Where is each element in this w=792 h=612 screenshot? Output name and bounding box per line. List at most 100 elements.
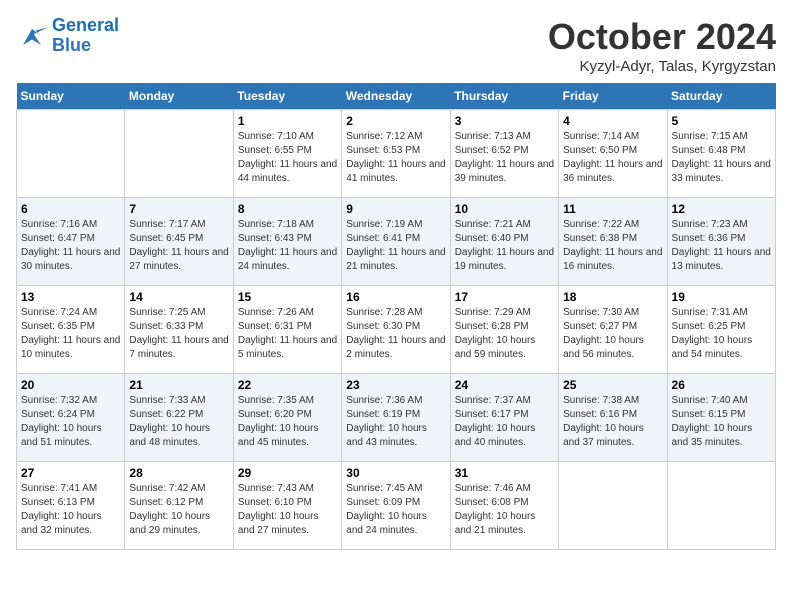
day-number: 19 bbox=[672, 290, 771, 304]
calendar-cell: 13 Sunrise: 7:24 AM Sunset: 6:35 PM Dayli… bbox=[17, 286, 125, 374]
weekday-header: Saturday bbox=[667, 83, 775, 110]
calendar-cell: 23 Sunrise: 7:36 AM Sunset: 6:19 PM Dayli… bbox=[342, 374, 450, 462]
calendar-cell: 7 Sunrise: 7:17 AM Sunset: 6:45 PM Daylig… bbox=[125, 198, 233, 286]
day-info: Sunrise: 7:38 AM Sunset: 6:16 PM Dayligh… bbox=[563, 394, 662, 450]
day-info: Sunrise: 7:10 AM Sunset: 6:55 PM Dayligh… bbox=[238, 130, 337, 186]
calendar-week-row: 27Sunrise: 7:41 AM Sunset: 6:13 PM Dayli… bbox=[17, 462, 776, 550]
day-number: 4 bbox=[563, 114, 662, 128]
calendar-cell: 3 Sunrise: 7:13 AM Sunset: 6:52 PM Daylig… bbox=[450, 110, 558, 198]
day-info: Sunrise: 7:40 AM Sunset: 6:15 PM Dayligh… bbox=[672, 394, 771, 450]
calendar-cell: 8 Sunrise: 7:18 AM Sunset: 6:43 PM Daylig… bbox=[233, 198, 341, 286]
day-number: 14 bbox=[129, 290, 228, 304]
calendar-cell: 27Sunrise: 7:41 AM Sunset: 6:13 PM Dayli… bbox=[17, 462, 125, 550]
calendar-cell: 11 Sunrise: 7:22 AM Sunset: 6:38 PM Dayli… bbox=[559, 198, 667, 286]
day-number: 28 bbox=[129, 466, 228, 480]
page-header: General Blue October 2024 Kyzyl-Adyr, Ta… bbox=[16, 16, 776, 75]
calendar-cell: 24Sunrise: 7:37 AM Sunset: 6:17 PM Dayli… bbox=[450, 374, 558, 462]
calendar-cell: 18 Sunrise: 7:30 AM Sunset: 6:27 PM Dayli… bbox=[559, 286, 667, 374]
day-info: Sunrise: 7:30 AM Sunset: 6:27 PM Dayligh… bbox=[563, 306, 662, 362]
calendar-cell: 4 Sunrise: 7:14 AM Sunset: 6:50 PM Daylig… bbox=[559, 110, 667, 198]
day-info: Sunrise: 7:18 AM Sunset: 6:43 PM Dayligh… bbox=[238, 218, 337, 274]
day-number: 18 bbox=[563, 290, 662, 304]
calendar-cell: 21Sunrise: 7:33 AM Sunset: 6:22 PM Dayli… bbox=[125, 374, 233, 462]
month-title: October 2024 bbox=[548, 16, 776, 58]
day-info: Sunrise: 7:32 AM Sunset: 6:24 PM Dayligh… bbox=[21, 394, 120, 450]
day-number: 20 bbox=[21, 378, 120, 392]
day-number: 16 bbox=[346, 290, 445, 304]
day-number: 8 bbox=[238, 202, 337, 216]
day-number: 11 bbox=[563, 202, 662, 216]
calendar-cell: 17 Sunrise: 7:29 AM Sunset: 6:28 PM Dayli… bbox=[450, 286, 558, 374]
calendar-cell: 19 Sunrise: 7:31 AM Sunset: 6:25 PM Dayli… bbox=[667, 286, 775, 374]
day-number: 1 bbox=[238, 114, 337, 128]
day-info: Sunrise: 7:35 AM Sunset: 6:20 PM Dayligh… bbox=[238, 394, 337, 450]
day-info: Sunrise: 7:15 AM Sunset: 6:48 PM Dayligh… bbox=[672, 130, 771, 186]
weekday-header: Wednesday bbox=[342, 83, 450, 110]
calendar-table: SundayMondayTuesdayWednesdayThursdayFrid… bbox=[16, 83, 776, 550]
calendar-cell: 10 Sunrise: 7:21 AM Sunset: 6:40 PM Dayli… bbox=[450, 198, 558, 286]
day-info: Sunrise: 7:28 AM Sunset: 6:30 PM Dayligh… bbox=[346, 306, 445, 362]
day-number: 21 bbox=[129, 378, 228, 392]
day-info: Sunrise: 7:17 AM Sunset: 6:45 PM Dayligh… bbox=[129, 218, 228, 274]
day-info: Sunrise: 7:46 AM Sunset: 6:08 PM Dayligh… bbox=[455, 482, 554, 538]
day-info: Sunrise: 7:25 AM Sunset: 6:33 PM Dayligh… bbox=[129, 306, 228, 362]
day-info: Sunrise: 7:36 AM Sunset: 6:19 PM Dayligh… bbox=[346, 394, 445, 450]
calendar-week-row: 13 Sunrise: 7:24 AM Sunset: 6:35 PM Dayli… bbox=[17, 286, 776, 374]
day-number: 10 bbox=[455, 202, 554, 216]
weekday-header-row: SundayMondayTuesdayWednesdayThursdayFrid… bbox=[17, 83, 776, 110]
calendar-cell: 6 Sunrise: 7:16 AM Sunset: 6:47 PM Daylig… bbox=[17, 198, 125, 286]
calendar-week-row: 6 Sunrise: 7:16 AM Sunset: 6:47 PM Daylig… bbox=[17, 198, 776, 286]
day-number: 12 bbox=[672, 202, 771, 216]
day-number: 3 bbox=[455, 114, 554, 128]
day-number: 7 bbox=[129, 202, 228, 216]
day-number: 31 bbox=[455, 466, 554, 480]
logo-icon bbox=[16, 20, 48, 52]
day-info: Sunrise: 7:42 AM Sunset: 6:12 PM Dayligh… bbox=[129, 482, 228, 538]
day-info: Sunrise: 7:19 AM Sunset: 6:41 PM Dayligh… bbox=[346, 218, 445, 274]
calendar-cell: 16 Sunrise: 7:28 AM Sunset: 6:30 PM Dayli… bbox=[342, 286, 450, 374]
calendar-cell: 30Sunrise: 7:45 AM Sunset: 6:09 PM Dayli… bbox=[342, 462, 450, 550]
day-number: 17 bbox=[455, 290, 554, 304]
weekday-header: Monday bbox=[125, 83, 233, 110]
title-block: October 2024 Kyzyl-Adyr, Talas, Kyrgyzst… bbox=[548, 16, 776, 75]
calendar-cell: 1 Sunrise: 7:10 AM Sunset: 6:55 PM Daylig… bbox=[233, 110, 341, 198]
day-number: 24 bbox=[455, 378, 554, 392]
weekday-header: Thursday bbox=[450, 83, 558, 110]
day-number: 6 bbox=[21, 202, 120, 216]
day-info: Sunrise: 7:21 AM Sunset: 6:40 PM Dayligh… bbox=[455, 218, 554, 274]
calendar-cell bbox=[125, 110, 233, 198]
day-number: 9 bbox=[346, 202, 445, 216]
calendar-cell: 9 Sunrise: 7:19 AM Sunset: 6:41 PM Daylig… bbox=[342, 198, 450, 286]
calendar-cell: 22 Sunrise: 7:35 AM Sunset: 6:20 PM Dayli… bbox=[233, 374, 341, 462]
day-info: Sunrise: 7:16 AM Sunset: 6:47 PM Dayligh… bbox=[21, 218, 120, 274]
location-subtitle: Kyzyl-Adyr, Talas, Kyrgyzstan bbox=[548, 58, 776, 75]
calendar-cell: 20 Sunrise: 7:32 AM Sunset: 6:24 PM Dayli… bbox=[17, 374, 125, 462]
day-number: 13 bbox=[21, 290, 120, 304]
day-info: Sunrise: 7:24 AM Sunset: 6:35 PM Dayligh… bbox=[21, 306, 120, 362]
calendar-week-row: 20 Sunrise: 7:32 AM Sunset: 6:24 PM Dayli… bbox=[17, 374, 776, 462]
day-info: Sunrise: 7:13 AM Sunset: 6:52 PM Dayligh… bbox=[455, 130, 554, 186]
calendar-cell bbox=[559, 462, 667, 550]
calendar-week-row: 1 Sunrise: 7:10 AM Sunset: 6:55 PM Daylig… bbox=[17, 110, 776, 198]
day-info: Sunrise: 7:29 AM Sunset: 6:28 PM Dayligh… bbox=[455, 306, 554, 362]
weekday-header: Tuesday bbox=[233, 83, 341, 110]
weekday-header: Sunday bbox=[17, 83, 125, 110]
day-info: Sunrise: 7:14 AM Sunset: 6:50 PM Dayligh… bbox=[563, 130, 662, 186]
day-info: Sunrise: 7:12 AM Sunset: 6:53 PM Dayligh… bbox=[346, 130, 445, 186]
day-info: Sunrise: 7:22 AM Sunset: 6:38 PM Dayligh… bbox=[563, 218, 662, 274]
logo-text: General Blue bbox=[52, 16, 119, 56]
day-number: 22 bbox=[238, 378, 337, 392]
calendar-cell bbox=[667, 462, 775, 550]
day-number: 5 bbox=[672, 114, 771, 128]
day-number: 23 bbox=[346, 378, 445, 392]
day-number: 2 bbox=[346, 114, 445, 128]
day-info: Sunrise: 7:31 AM Sunset: 6:25 PM Dayligh… bbox=[672, 306, 771, 362]
calendar-cell bbox=[17, 110, 125, 198]
calendar-cell: 5 Sunrise: 7:15 AM Sunset: 6:48 PM Daylig… bbox=[667, 110, 775, 198]
day-number: 29 bbox=[238, 466, 337, 480]
weekday-header: Friday bbox=[559, 83, 667, 110]
day-info: Sunrise: 7:45 AM Sunset: 6:09 PM Dayligh… bbox=[346, 482, 445, 538]
calendar-cell: 28 Sunrise: 7:42 AM Sunset: 6:12 PM Dayli… bbox=[125, 462, 233, 550]
calendar-cell: 14 Sunrise: 7:25 AM Sunset: 6:33 PM Dayli… bbox=[125, 286, 233, 374]
logo: General Blue bbox=[16, 16, 119, 56]
